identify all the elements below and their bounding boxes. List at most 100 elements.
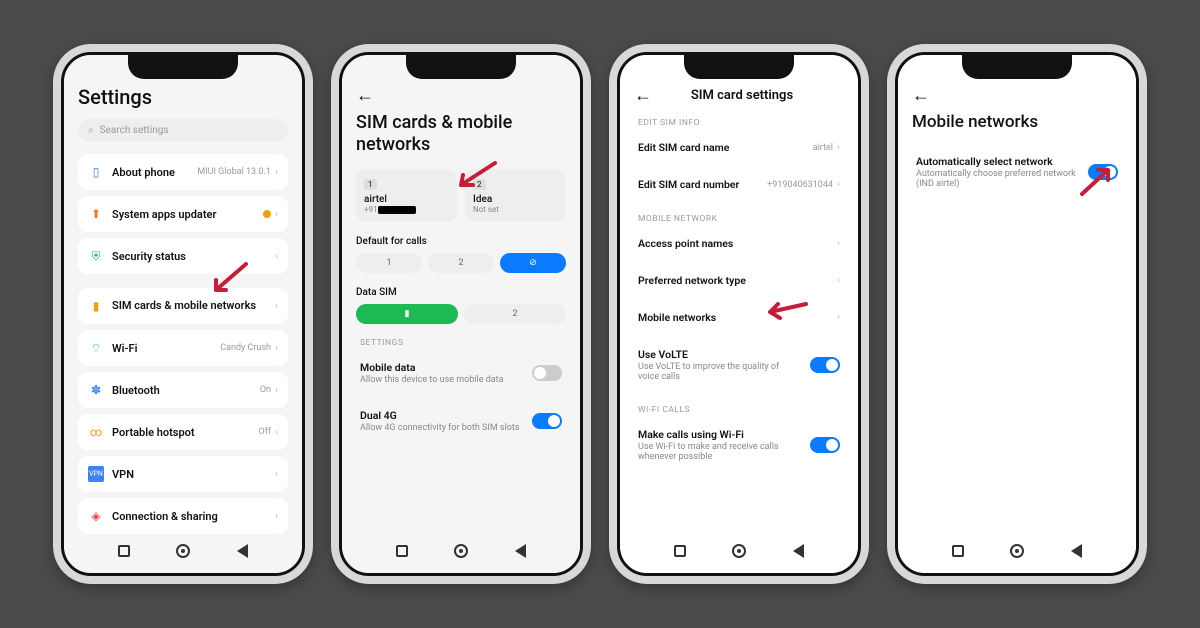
label: Mobile networks (638, 311, 829, 324)
sim1-tile[interactable]: 1 airtel +9100000 (356, 169, 457, 222)
nav-home[interactable] (176, 544, 190, 558)
value: On (260, 385, 271, 395)
row-security[interactable]: ⛨ Security status › (78, 238, 288, 274)
wifi-icon: ⌔ (88, 340, 104, 356)
row-preferred-network[interactable]: Preferred network type › (634, 265, 844, 296)
label: Preferred network type (638, 274, 829, 287)
section-header: WI-FI CALLS (638, 405, 840, 415)
row-mobile-networks[interactable]: Mobile networks › (634, 302, 844, 333)
row-sim-networks[interactable]: ▮ SIM cards & mobile networks › (78, 288, 288, 324)
label: Connection & sharing (112, 510, 267, 523)
nav-recent[interactable] (117, 544, 131, 558)
row-hotspot[interactable]: ∞ Portable hotspot Off› (78, 414, 288, 450)
row-wifi[interactable]: ⌔ Wi-Fi Candy Crush› (78, 330, 288, 366)
search-placeholder: Search settings (100, 125, 169, 136)
sim-icon: ▮ (88, 298, 104, 314)
nav-back[interactable] (1069, 544, 1083, 558)
nav-home[interactable] (1010, 544, 1024, 558)
page-title: Mobile networks (912, 112, 1122, 132)
sim2-tile[interactable]: 2 Idea Not set (465, 169, 566, 222)
nav-recent[interactable] (951, 544, 965, 558)
dual-4g-toggle[interactable] (532, 413, 562, 429)
row-edit-sim-name[interactable]: Edit SIM card name airtel› (634, 132, 844, 163)
notch (406, 55, 516, 79)
phone-icon: ▯ (88, 164, 104, 180)
android-navbar (620, 537, 858, 565)
chevron-right-icon: › (275, 209, 278, 220)
notch (128, 55, 238, 79)
value: Off (259, 427, 271, 437)
nav-home[interactable] (732, 544, 746, 558)
row-apn[interactable]: Access point names › (634, 228, 844, 259)
chevron-right-icon: › (275, 427, 278, 438)
chevron-right-icon: › (275, 511, 278, 522)
label: Edit SIM card number (638, 178, 759, 191)
label: SIM cards & mobile networks (112, 299, 267, 312)
phone-settings: Settings ⌕ Search settings ▯ About phone… (53, 44, 313, 584)
chevron-right-icon: › (837, 312, 840, 323)
row-dual-4g[interactable]: Dual 4G Allow 4G connectivity for both S… (356, 400, 566, 442)
back-button[interactable]: ← (356, 85, 566, 106)
section-data: Data SIM (356, 287, 566, 298)
data-sim-selector: ▮ 2 (356, 304, 566, 324)
sim-index: 1 (364, 179, 377, 190)
seg-ask[interactable]: ⊘ (500, 253, 566, 273)
nav-back[interactable] (513, 544, 527, 558)
sublabel: Use VoLTE to improve the quality of voic… (638, 362, 802, 382)
seg-sim2[interactable]: 2 (428, 253, 494, 273)
phone-sim-settings: ← SIM card settings EDIT SIM INFO Edit S… (609, 44, 869, 584)
chevron-right-icon: › (275, 251, 278, 262)
label: Wi-Fi (112, 342, 212, 355)
row-wifi-calling[interactable]: Make calls using Wi-Fi Use Wi-Fi to make… (634, 419, 844, 471)
section-header: MOBILE NETWORK (638, 214, 840, 224)
vpn-icon: VPN (88, 466, 104, 482)
nav-recent[interactable] (395, 544, 409, 558)
row-volte[interactable]: Use VoLTE Use VoLTE to improve the quali… (634, 339, 844, 391)
volte-toggle[interactable] (810, 357, 840, 373)
nav-home[interactable] (454, 544, 468, 558)
seg-data-sim1[interactable]: ▮ (356, 304, 458, 324)
search-icon: ⌕ (88, 125, 94, 136)
label: Portable hotspot (112, 426, 251, 439)
label: About phone (112, 166, 189, 179)
label: Access point names (638, 237, 829, 250)
notch (684, 55, 794, 79)
section-header: EDIT SIM INFO (638, 118, 840, 128)
nav-back[interactable] (791, 544, 805, 558)
shield-icon: ⛨ (88, 248, 104, 264)
search-input[interactable]: ⌕ Search settings (78, 119, 288, 142)
sim-index: 2 (473, 179, 486, 190)
label: Bluetooth (112, 384, 252, 397)
label: Security status (112, 250, 267, 263)
row-auto-select-network[interactable]: Automatically select network Automatical… (912, 146, 1122, 198)
row-mobile-data[interactable]: Mobile data Allow this device to use mob… (356, 352, 566, 394)
nav-recent[interactable] (673, 544, 687, 558)
nav-back[interactable] (235, 544, 249, 558)
label: Edit SIM card name (638, 141, 805, 154)
row-about-phone[interactable]: ▯ About phone MIUI Global 13.0.1› (78, 154, 288, 190)
phone-mobile-networks: ← Mobile networks Automatically select n… (887, 44, 1147, 584)
row-edit-sim-number[interactable]: Edit SIM card number +919040631044› (634, 169, 844, 200)
wifi-calling-toggle[interactable] (810, 437, 840, 453)
row-connection-sharing[interactable]: ◈ Connection & sharing › (78, 498, 288, 534)
back-button[interactable]: ← (634, 85, 652, 106)
sublabel: Allow 4G connectivity for both SIM slots (360, 423, 524, 433)
row-vpn[interactable]: VPN VPN › (78, 456, 288, 492)
chevron-right-icon: › (837, 179, 840, 190)
chevron-right-icon: › (837, 238, 840, 249)
back-button[interactable]: ← (912, 85, 1122, 106)
sublabel: Allow this device to use mobile data (360, 375, 524, 385)
notch (962, 55, 1072, 79)
mobile-data-toggle[interactable] (532, 365, 562, 381)
row-bluetooth[interactable]: ✽ Bluetooth On› (78, 372, 288, 408)
chevron-right-icon: › (275, 167, 278, 178)
row-system-updater[interactable]: ⬆ System apps updater › (78, 196, 288, 232)
label: Make calls using Wi-Fi (638, 428, 802, 441)
seg-sim1[interactable]: 1 (356, 253, 422, 273)
sim-name: Idea (473, 194, 558, 205)
auto-network-toggle[interactable] (1088, 164, 1118, 180)
seg-data-sim2[interactable]: 2 (464, 304, 566, 324)
sublabel: Automatically choose preferred network (… (916, 169, 1080, 189)
label: System apps updater (112, 208, 255, 221)
default-calls-selector: 1 2 ⊘ (356, 253, 566, 273)
